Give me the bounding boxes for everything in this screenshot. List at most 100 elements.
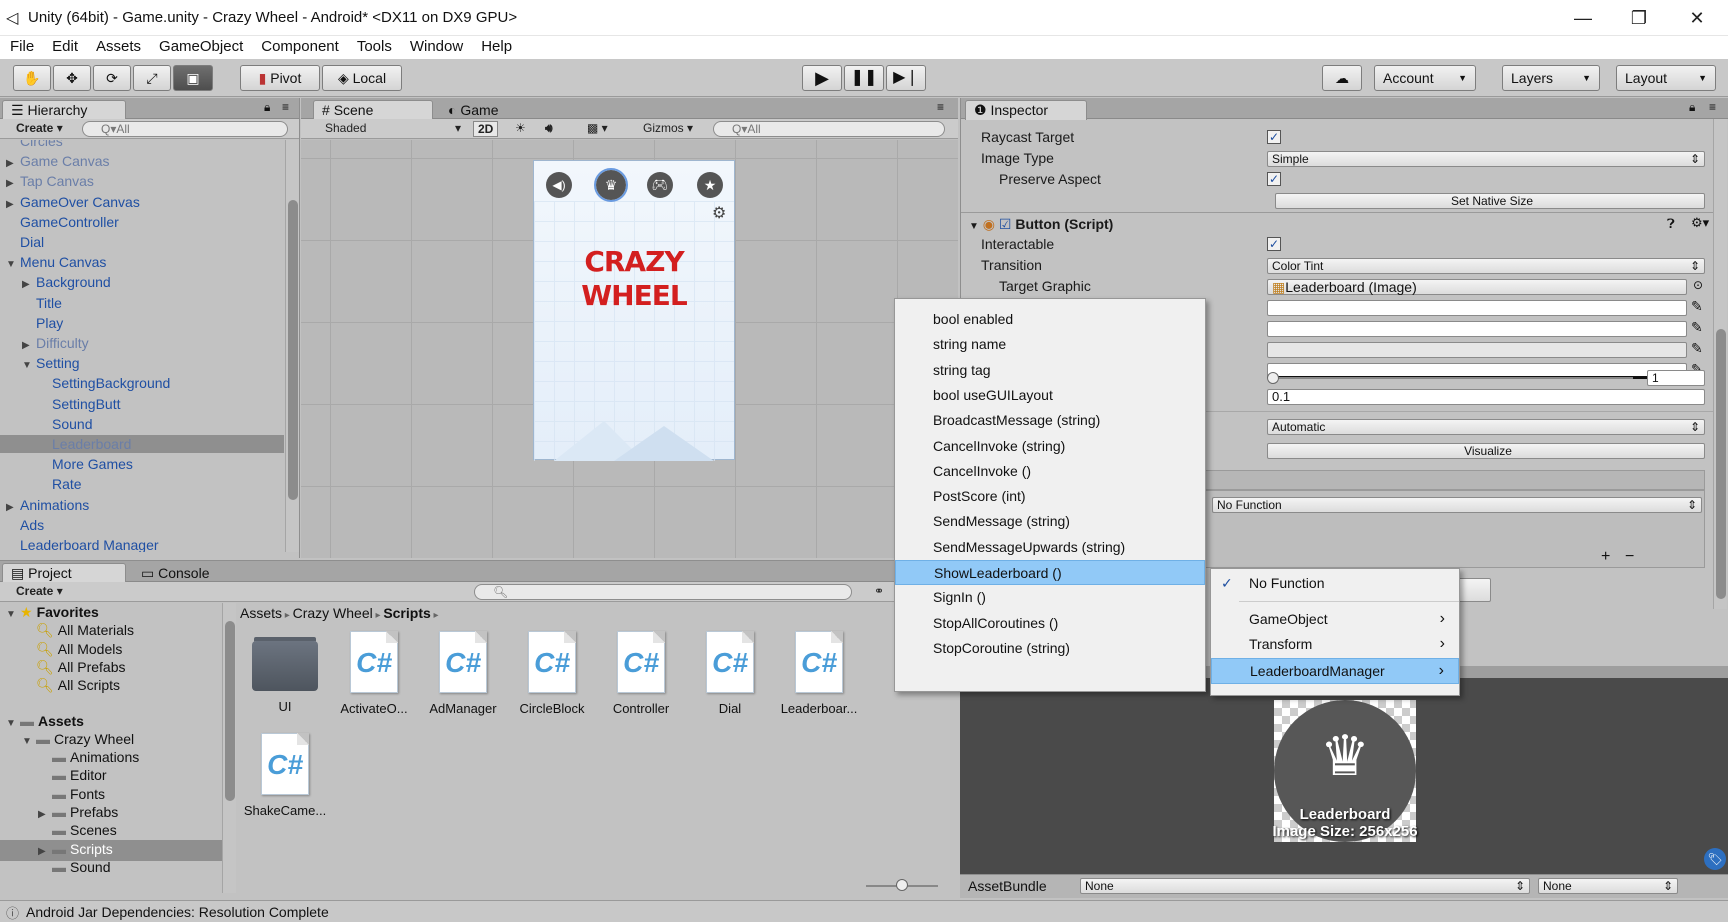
hierarchy-item[interactable]: More Games xyxy=(0,455,284,473)
target-graphic-field[interactable]: ▦Leaderboard (Image) xyxy=(1267,279,1687,295)
folder-item[interactable]: ▬ Sound xyxy=(0,858,222,876)
asset-item[interactable]: C# Controller xyxy=(596,631,686,716)
expand-arrow-icon[interactable]: ▶ xyxy=(6,155,20,173)
scene-viewport[interactable]: ◀) ♛ 🎮︎ ★ ⚙ CRAZY WHEEL xyxy=(301,140,958,558)
color-multiplier-slider-thumb[interactable] xyxy=(1267,372,1279,384)
hierarchy-item[interactable]: ▼ Setting xyxy=(0,354,284,375)
hierarchy-create-button[interactable]: Create ▾ xyxy=(12,121,67,137)
submenu-item[interactable]: GameObject › xyxy=(1211,607,1459,633)
tab-hierarchy[interactable]: ☰ Hierarchy xyxy=(2,100,126,120)
component-enabled-checkbox[interactable]: ☑ xyxy=(999,216,1012,232)
hierarchy-item[interactable]: Sound xyxy=(0,415,284,433)
tab-inspector[interactable]: ❶ Inspector xyxy=(965,100,1087,120)
context-menu-item[interactable]: string tag xyxy=(895,358,1205,383)
visualize-button[interactable]: Visualize xyxy=(1267,443,1705,459)
hierarchy-item[interactable]: ▼ Menu Canvas xyxy=(0,253,284,274)
add-event-button[interactable]: + xyxy=(1601,548,1610,566)
hierarchy-item[interactable]: Title xyxy=(0,294,284,312)
account-dropdown[interactable]: Account ▼ xyxy=(1374,65,1476,91)
normal-color-field[interactable] xyxy=(1267,300,1687,316)
context-menu-item[interactable]: CancelInvoke (string) xyxy=(895,434,1205,459)
preserve-aspect-checkbox[interactable]: ✓ xyxy=(1267,172,1281,186)
hierarchy-item[interactable]: GameController xyxy=(0,213,284,231)
context-menu-item[interactable]: string name xyxy=(895,332,1205,357)
panel-menu-icon[interactable]: ≡ xyxy=(282,100,289,114)
settings-gear-icon[interactable]: ⚙ xyxy=(712,203,726,223)
rotate-tool-icon[interactable]: ⟳ xyxy=(93,65,131,91)
menu-item-component[interactable]: Component xyxy=(251,36,347,59)
context-menu-item[interactable]: bool enabled xyxy=(895,307,1205,332)
context-menu-item[interactable]: ShowLeaderboard () xyxy=(895,560,1205,585)
assetbundle-dropdown[interactable]: None ⇕ xyxy=(1080,878,1530,894)
hierarchy-item[interactable]: ▶ Animations xyxy=(0,496,284,517)
lock-icon[interactable]: 🔒︎ xyxy=(264,100,270,115)
folder-item[interactable]: ▬ Scenes xyxy=(0,821,222,839)
zoom-slider-thumb[interactable] xyxy=(896,879,908,891)
maximize-button[interactable]: ❐ xyxy=(1616,4,1662,32)
assetbundle-variant-dropdown[interactable]: None ⇕ xyxy=(1538,878,1678,894)
pivot-button[interactable]: ▮ Pivot xyxy=(240,65,320,91)
project-tree-scrollbar[interactable] xyxy=(222,603,236,893)
menu-item-window[interactable]: Window xyxy=(400,36,471,59)
image-type-dropdown[interactable]: Simple ⇕ xyxy=(1267,151,1705,167)
hand-tool-icon[interactable]: ✋ xyxy=(13,65,51,91)
pressed-color-field[interactable] xyxy=(1267,342,1687,358)
transition-dropdown[interactable]: Color Tint ⇕ xyxy=(1267,258,1705,274)
filter-icon[interactable]: ⚭ xyxy=(870,584,888,600)
sound-icon[interactable]: ◀) xyxy=(546,172,572,198)
menu-item-edit[interactable]: Edit xyxy=(42,36,86,59)
tab-game[interactable]: ◐ Game xyxy=(439,100,529,120)
hierarchy-item[interactable]: SettingBackground xyxy=(0,374,284,392)
function-dropdown[interactable]: No Function ⇕ xyxy=(1212,497,1702,513)
hierarchy-scroll-thumb[interactable] xyxy=(288,200,298,500)
inspector-scroll-thumb[interactable] xyxy=(1716,329,1726,599)
menu-item-tools[interactable]: Tools xyxy=(347,36,400,59)
move-tool-icon[interactable]: ✥ xyxy=(53,65,91,91)
layout-dropdown[interactable]: Layout ▼ xyxy=(1616,65,1716,91)
hierarchy-item[interactable]: SettingButt xyxy=(0,395,284,413)
asset-item[interactable]: C# ActivateO... xyxy=(329,631,419,716)
hierarchy-item[interactable]: ▶ Tap Canvas xyxy=(0,172,284,193)
expand-arrow-icon[interactable]: ▼ xyxy=(22,357,36,375)
favorite-item[interactable]: 🔍︎ All Prefabs xyxy=(0,658,222,676)
scale-tool-icon[interactable]: ⤢ xyxy=(133,65,171,91)
2d-toggle[interactable]: 2D xyxy=(473,121,499,137)
asset-item[interactable]: C# CircleBlock xyxy=(507,631,597,716)
fade-duration-input[interactable]: 0.1 xyxy=(1267,389,1705,405)
layers-dropdown[interactable]: Layers ▼ xyxy=(1502,65,1600,91)
asset-item[interactable]: C# AdManager xyxy=(418,631,508,716)
context-menu-item[interactable]: SendMessageUpwards (string) xyxy=(895,535,1205,560)
submenu-item[interactable]: ✓ No Function xyxy=(1211,571,1459,597)
audio-icon[interactable]: 🔊︎ xyxy=(541,121,557,137)
breadcrumb-item[interactable]: Assets xyxy=(240,605,282,621)
favorite-item[interactable]: 🔍︎ All Models xyxy=(0,640,222,658)
context-menu-item[interactable]: bool useGUILayout xyxy=(895,383,1205,408)
breadcrumb-item[interactable]: Crazy Wheel xyxy=(293,605,373,621)
context-menu-item[interactable]: SignIn () xyxy=(895,585,1205,610)
folder-item[interactable]: ▬ Editor xyxy=(0,766,222,784)
close-button[interactable]: ✕ xyxy=(1674,4,1720,32)
favorite-item[interactable]: 🔍︎ All Materials xyxy=(0,621,222,639)
expand-arrow-icon[interactable]: ▶ xyxy=(6,196,20,214)
submenu-item[interactable]: Transform › xyxy=(1211,632,1459,658)
hierarchy-item[interactable]: ▶ Game Canvas xyxy=(0,152,284,173)
pause-icon[interactable]: ❚❚ xyxy=(844,65,884,91)
panel-menu-icon[interactable]: ≡ xyxy=(937,100,944,114)
hierarchy-item[interactable]: Dial xyxy=(0,233,284,251)
project-search-input[interactable]: 🔍︎ xyxy=(474,584,852,600)
context-menu-item[interactable]: StopCoroutine (string) xyxy=(895,636,1205,661)
highlighted-color-field[interactable] xyxy=(1267,321,1687,337)
hierarchy-item[interactable]: Leaderboard Manager xyxy=(0,536,284,552)
color-multiplier-slider-track[interactable] xyxy=(1273,377,1633,379)
menu-item-assets[interactable]: Assets xyxy=(86,36,149,59)
eyedropper-icon[interactable]: ✎ xyxy=(1691,340,1703,357)
context-menu-item[interactable]: PostScore (int) xyxy=(895,484,1205,509)
menu-item-file[interactable]: File xyxy=(0,36,42,59)
hierarchy-item[interactable]: Leaderboard xyxy=(0,435,284,453)
asset-item[interactable]: C# Leaderboar... xyxy=(774,631,864,716)
help-icon[interactable]: ❓︎ xyxy=(1667,216,1675,232)
menu-item-gameobject[interactable]: GameObject xyxy=(149,36,251,59)
context-menu-item[interactable]: CancelInvoke () xyxy=(895,459,1205,484)
hierarchy-item[interactable]: Play xyxy=(0,314,284,332)
project-create-button[interactable]: Create ▾ xyxy=(12,584,67,600)
